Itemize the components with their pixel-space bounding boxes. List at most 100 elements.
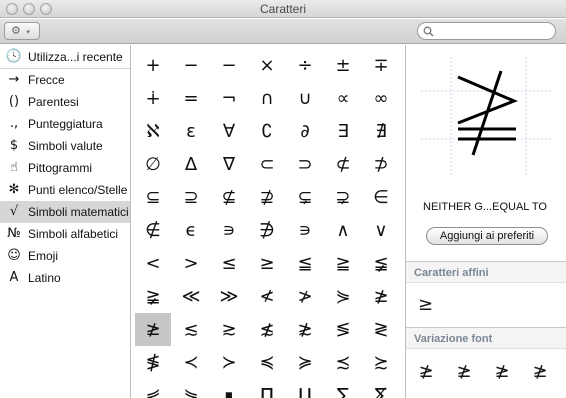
character-cell[interactable]: ∑: [325, 379, 361, 398]
character-cell[interactable]: ∪: [287, 82, 323, 115]
character-cell[interactable]: ∉: [135, 214, 171, 247]
character-cell[interactable]: ≷: [363, 313, 399, 346]
character-cell[interactable]: ∇: [211, 148, 247, 181]
character-cell[interactable]: ∍: [211, 214, 247, 247]
zoom-window-button[interactable]: [40, 3, 52, 15]
character-cell[interactable]: ≾: [325, 346, 361, 379]
character-cell[interactable]: <: [135, 247, 171, 280]
sidebar-item[interactable]: A Latino: [0, 267, 130, 289]
character-cell[interactable]: +: [135, 49, 171, 82]
character-cell[interactable]: ×: [249, 49, 285, 82]
character-cell[interactable]: ⊄: [325, 148, 361, 181]
character-cell[interactable]: ⊊: [287, 181, 323, 214]
close-window-button[interactable]: [6, 3, 18, 15]
character-cell[interactable]: ∎: [211, 379, 247, 398]
character-cell[interactable]: ≱: [135, 313, 171, 346]
character-cell[interactable]: ¬: [211, 82, 247, 115]
character-cell[interactable]: ϵ: [173, 214, 209, 247]
character-cell[interactable]: ∞: [363, 82, 399, 115]
character-cell[interactable]: ⊉: [249, 181, 285, 214]
sidebar-item[interactable]: № Simboli alfabetici: [0, 223, 130, 245]
character-cell[interactable]: ⊅: [363, 148, 399, 181]
character-cell[interactable]: ≳: [211, 313, 247, 346]
character-cell[interactable]: ≺: [173, 346, 209, 379]
add-to-favorites-button[interactable]: Aggiungi ai preferiti: [426, 227, 548, 245]
character-cell[interactable]: ⋞: [135, 379, 171, 398]
character-cell[interactable]: ∆: [173, 148, 209, 181]
character-cell[interactable]: ≿: [363, 346, 399, 379]
character-cell[interactable]: ∏: [249, 379, 285, 398]
character-cell[interactable]: ≲: [173, 313, 209, 346]
character-cell[interactable]: ≪: [173, 280, 209, 313]
character-cell[interactable]: ∐: [287, 379, 323, 398]
character-cell[interactable]: ≨: [363, 247, 399, 280]
sidebar-item[interactable]: 🕓 Utilizza...i recente: [0, 45, 130, 69]
character-cell[interactable]: ⋟: [173, 379, 209, 398]
action-menu-button[interactable]: ⚙ ▾: [4, 22, 40, 40]
character-cell[interactable]: ⋟: [325, 280, 361, 313]
character-cell[interactable]: ∌: [249, 214, 285, 247]
character-cell[interactable]: ∈: [363, 181, 399, 214]
character-cell[interactable]: ≥: [249, 247, 285, 280]
character-cell[interactable]: ≫: [211, 280, 247, 313]
character-cell[interactable]: ≦: [287, 247, 323, 280]
character-cell[interactable]: ≤: [211, 247, 247, 280]
character-cell[interactable]: ≱: [363, 280, 399, 313]
character-cell[interactable]: ∂: [287, 115, 323, 148]
character-cell[interactable]: ∩: [249, 82, 285, 115]
font-variation-char[interactable]: ≱: [452, 361, 476, 382]
character-cell[interactable]: −: [211, 49, 247, 82]
character-cell[interactable]: ≯: [287, 280, 323, 313]
character-cell[interactable]: ≻: [211, 346, 247, 379]
character-cell[interactable]: ⊃: [287, 148, 323, 181]
character-cell[interactable]: ⊋: [325, 181, 361, 214]
sidebar-item[interactable]: √ Simboli matematici: [0, 201, 130, 223]
sidebar-item[interactable]: ☺ Emoji: [0, 245, 130, 267]
character-cell[interactable]: ∝: [325, 82, 361, 115]
font-variation-char[interactable]: ≱: [414, 361, 438, 382]
character-cell[interactable]: ∔: [135, 82, 171, 115]
sidebar-item[interactable]: ☝ Pittogrammi: [0, 157, 130, 179]
sidebar-item[interactable]: $ Simboli valute: [0, 135, 130, 157]
character-cell[interactable]: ÷: [287, 49, 323, 82]
character-cell[interactable]: ⊈: [211, 181, 247, 214]
sidebar-item[interactable]: ✻ Punti elenco/Stelle: [0, 179, 130, 201]
character-cell[interactable]: ≧: [325, 247, 361, 280]
sidebar-item[interactable]: ., Punteggiatura: [0, 113, 130, 135]
character-cell[interactable]: ⊂: [249, 148, 285, 181]
character-cell[interactable]: =: [173, 82, 209, 115]
character-cell[interactable]: ∓: [363, 49, 399, 82]
character-cell[interactable]: ≮: [249, 280, 285, 313]
character-cell[interactable]: ∃: [325, 115, 361, 148]
clock-icon: 🕓: [5, 49, 23, 64]
character-cell[interactable]: ε: [173, 115, 209, 148]
related-character[interactable]: ≥: [418, 294, 433, 315]
character-cell[interactable]: ≸: [135, 346, 171, 379]
minimize-window-button[interactable]: [23, 3, 35, 15]
character-cell[interactable]: ∁: [249, 115, 285, 148]
sidebar-item[interactable]: () Parentesi: [0, 91, 130, 113]
font-variation-char[interactable]: ≱: [528, 361, 552, 382]
character-cell[interactable]: ≴: [249, 313, 285, 346]
character-cell[interactable]: ≵: [287, 313, 323, 346]
character-cell[interactable]: ∀: [211, 115, 247, 148]
character-cell[interactable]: ⊇: [173, 181, 209, 214]
character-cell[interactable]: >: [173, 247, 209, 280]
character-cell[interactable]: ≩: [135, 280, 171, 313]
search-field[interactable]: [417, 22, 556, 40]
character-cell[interactable]: −: [173, 49, 209, 82]
character-cell[interactable]: ∅: [135, 148, 171, 181]
sidebar-item[interactable]: → Frecce: [0, 69, 130, 91]
character-cell[interactable]: ±: [325, 49, 361, 82]
character-cell[interactable]: ⊆: [135, 181, 171, 214]
character-cell[interactable]: ≽: [287, 346, 323, 379]
font-variation-char[interactable]: ≱: [490, 361, 514, 382]
character-cell[interactable]: ∍: [287, 214, 323, 247]
character-cell[interactable]: ≼: [249, 346, 285, 379]
character-cell[interactable]: ∄: [363, 115, 399, 148]
character-cell[interactable]: ∨: [363, 214, 399, 247]
character-cell[interactable]: ≶: [325, 313, 361, 346]
character-cell[interactable]: ∧: [325, 214, 361, 247]
character-cell[interactable]: ℵ: [135, 115, 171, 148]
character-cell[interactable]: ∑̸: [363, 379, 399, 398]
